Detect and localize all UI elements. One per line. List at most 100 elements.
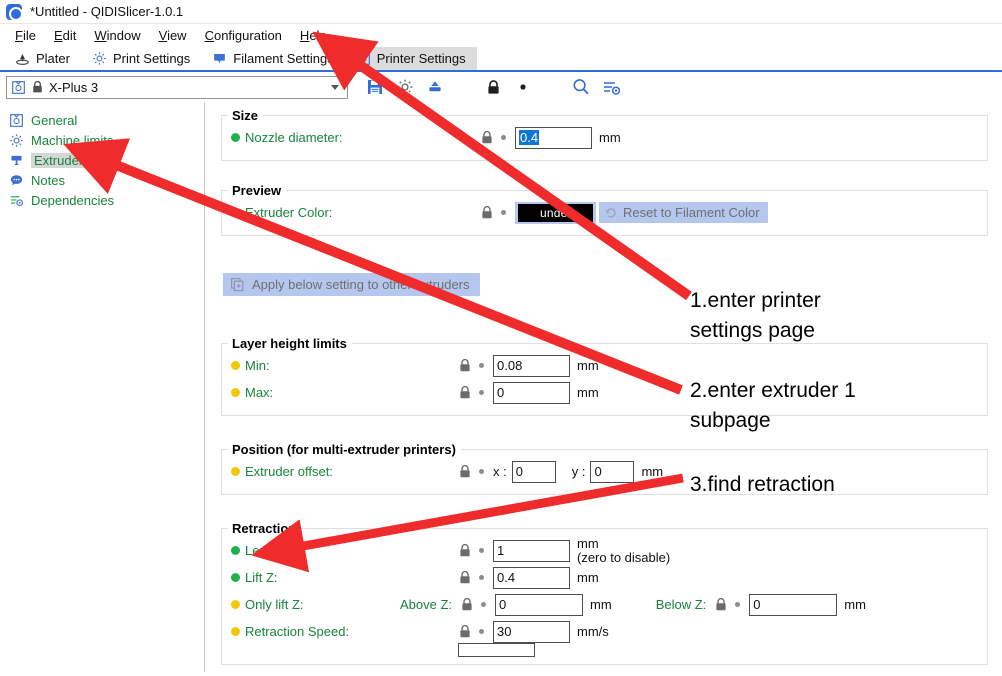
group-size: Size Nozzle diameter: 0.4 mm bbox=[221, 108, 988, 161]
compare-presets-button[interactable] bbox=[596, 74, 626, 100]
revert-dot-icon[interactable] bbox=[479, 469, 484, 474]
row-layer-min: Min: 0.08 mm bbox=[222, 352, 987, 379]
retraction-next-input[interactable] bbox=[458, 643, 535, 657]
extruder-color-swatch-button[interactable]: undef bbox=[515, 201, 597, 224]
revert-dot-icon[interactable] bbox=[479, 548, 484, 553]
printer-preset-combo[interactable]: X-Plus 3 bbox=[6, 75, 348, 99]
menu-configuration[interactable]: Configuration bbox=[196, 26, 291, 45]
dependencies-icon bbox=[10, 195, 24, 206]
retraction-speed-input[interactable]: 30 bbox=[493, 620, 570, 643]
extruder-offset-unit: mm bbox=[641, 464, 664, 479]
below-z-input[interactable]: 0 bbox=[749, 593, 838, 616]
lock-closed-icon bbox=[487, 79, 499, 94]
plater-icon bbox=[16, 54, 29, 65]
menu-edit[interactable]: Edit bbox=[45, 26, 85, 45]
search-button[interactable] bbox=[566, 74, 596, 100]
tab-printer-settings-label: Printer Settings bbox=[376, 51, 466, 66]
revert-dot-icon[interactable] bbox=[501, 135, 506, 140]
chevron-down-icon[interactable] bbox=[331, 84, 339, 90]
gear-icon bbox=[10, 133, 23, 147]
layer-max-input[interactable]: 0 bbox=[493, 381, 570, 404]
lock-closed-icon[interactable] bbox=[458, 385, 472, 400]
lock-closed-icon[interactable] bbox=[458, 570, 472, 585]
group-position: Position (for multi-extruder printers) E… bbox=[221, 442, 988, 495]
reset-arrow-icon bbox=[606, 207, 616, 218]
lock-closed-icon[interactable] bbox=[460, 597, 474, 612]
preset-options-button[interactable] bbox=[390, 74, 420, 100]
menu-window-mnemonic: W bbox=[94, 28, 107, 43]
lift-z-input[interactable]: 0.4 bbox=[493, 566, 570, 589]
sidebar-item-notes[interactable]: Notes bbox=[0, 170, 204, 190]
revert-dot-icon[interactable] bbox=[479, 390, 484, 395]
menu-view-rest: iew bbox=[167, 28, 187, 43]
retraction-length-input[interactable]: 1 bbox=[493, 539, 570, 562]
revert-dot-icon[interactable] bbox=[501, 210, 506, 215]
lock-closed-icon[interactable] bbox=[458, 543, 472, 558]
tab-printer-settings[interactable]: Printer Settings bbox=[344, 47, 477, 70]
search-icon bbox=[573, 79, 589, 95]
lock-preset-button[interactable] bbox=[478, 74, 508, 100]
extruder-offset-y-input[interactable]: 0 bbox=[590, 460, 635, 483]
extruder-offset-y-value: 0 bbox=[594, 464, 602, 479]
export-icon bbox=[429, 81, 441, 92]
title-bar: *Untitled - QIDISlicer-1.0.1 bbox=[0, 0, 1002, 24]
menu-help[interactable]: Help bbox=[291, 26, 336, 45]
sidebar-item-extruder-1-label: Extruder 1 bbox=[31, 152, 97, 168]
export-preset-button[interactable] bbox=[420, 74, 450, 100]
tab-filament-settings[interactable]: Filament Settings bbox=[201, 47, 344, 70]
apply-below-setting-button[interactable]: Apply below setting to other extruders bbox=[223, 273, 480, 296]
above-z-unit: mm bbox=[590, 597, 612, 612]
menu-window[interactable]: Window bbox=[85, 26, 149, 45]
sidebar-item-machine-limits[interactable]: Machine limits bbox=[0, 130, 204, 150]
layer-min-value: 0.08 bbox=[497, 358, 523, 373]
lock-closed-icon[interactable] bbox=[458, 464, 472, 479]
layer-max-label: Max: bbox=[245, 385, 274, 400]
revert-dot-icon[interactable] bbox=[481, 602, 487, 607]
group-layer-height-limits: Layer height limits Min: 0.08 mm Max: 0 … bbox=[221, 336, 988, 416]
save-preset-button[interactable] bbox=[360, 74, 390, 100]
above-z-input[interactable]: 0 bbox=[495, 593, 584, 616]
lock-closed-icon[interactable] bbox=[714, 597, 728, 612]
group-preview: Preview Extruder Color: undef Reset to F… bbox=[221, 183, 988, 236]
extruder-offset-x-value: 0 bbox=[515, 464, 523, 479]
extruder-offset-x-input[interactable]: 0 bbox=[511, 460, 556, 483]
revert-dot-icon[interactable] bbox=[479, 575, 484, 580]
menu-file[interactable]: File bbox=[6, 26, 45, 45]
layer-max-value: 0 bbox=[497, 385, 505, 400]
extruder-color-controls: undef Reset to Filament Color bbox=[480, 201, 768, 224]
reset-to-filament-color-label: Reset to Filament Color bbox=[623, 205, 760, 220]
tab-print-settings[interactable]: Print Settings bbox=[81, 47, 201, 70]
revert-dot-icon[interactable] bbox=[479, 363, 484, 368]
status-bullet-green bbox=[231, 208, 240, 217]
menu-help-rest: elp bbox=[309, 28, 327, 43]
qidi-logo-icon bbox=[6, 3, 23, 21]
sidebar-item-dependencies[interactable]: Dependencies bbox=[0, 190, 204, 210]
retraction-length-units: mm (zero to disable) bbox=[577, 536, 670, 565]
tab-plater[interactable]: Plater bbox=[4, 47, 81, 70]
extruder-color-label: Extruder Color: bbox=[245, 205, 333, 220]
layer-min-input[interactable]: 0.08 bbox=[493, 354, 570, 377]
layer-min-label: Min: bbox=[245, 358, 270, 373]
nozzle-diameter-controls: 0.4 mm bbox=[480, 126, 621, 149]
lock-closed-icon[interactable] bbox=[458, 624, 472, 639]
row-layer-max: Max: 0 mm bbox=[222, 379, 987, 406]
below-z-value: 0 bbox=[753, 597, 761, 612]
lock-closed-icon[interactable] bbox=[480, 205, 494, 220]
sidebar-item-extruder-1[interactable]: Extruder 1 bbox=[0, 150, 204, 170]
menu-help-mnemonic: H bbox=[299, 28, 310, 43]
nozzle-diameter-input[interactable]: 0.4 bbox=[515, 126, 592, 149]
lock-closed-icon[interactable] bbox=[458, 358, 472, 373]
sidebar-item-general[interactable]: General bbox=[0, 110, 204, 130]
sidebar-item-general-label: General bbox=[31, 112, 78, 128]
menu-file-mnemonic: F bbox=[15, 28, 23, 43]
annotation-1: 1.enter printer settings page bbox=[690, 289, 821, 343]
menu-view[interactable]: View bbox=[150, 26, 196, 45]
layer-max-controls: 0 mm bbox=[458, 381, 599, 404]
status-bullet-yellow bbox=[231, 388, 240, 397]
reset-to-filament-color-button[interactable]: Reset to Filament Color bbox=[599, 202, 768, 223]
main-tab-bar: Plater Print Settings Filament Settings bbox=[0, 47, 1002, 72]
nozzle-diameter-unit: mm bbox=[599, 130, 621, 145]
lock-closed-icon[interactable] bbox=[480, 130, 494, 145]
revert-dot-icon[interactable] bbox=[735, 602, 741, 607]
revert-dot-icon[interactable] bbox=[479, 629, 484, 634]
